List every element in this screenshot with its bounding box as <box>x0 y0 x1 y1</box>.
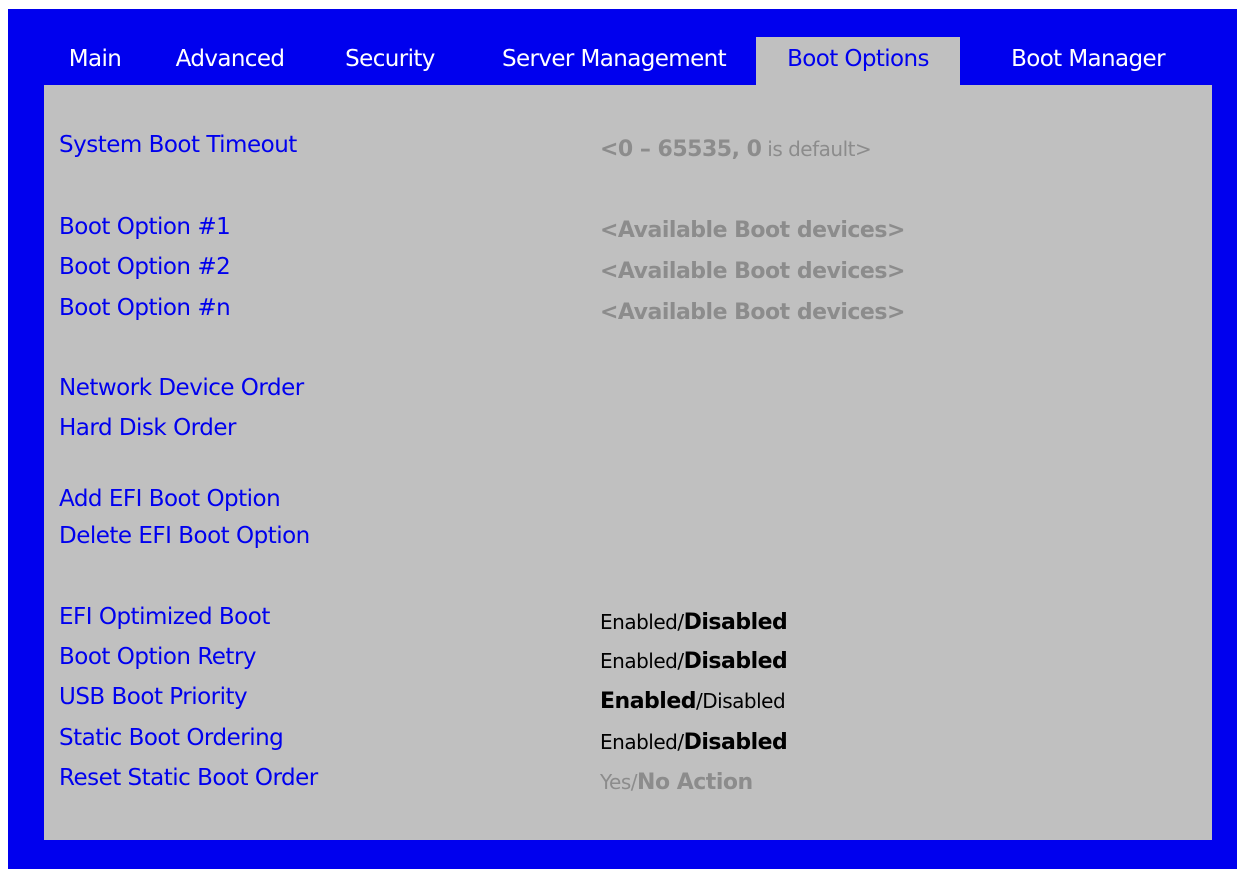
timeout-default-suffix: is default> <box>761 137 872 161</box>
bios-setup-frame: Main Advanced Security Server Management… <box>8 9 1237 869</box>
tab-security[interactable]: Security <box>330 37 450 87</box>
option-enabled: Enabled <box>600 730 678 754</box>
option-enabled: Enabled <box>600 610 678 634</box>
option-disabled-default: Disabled <box>683 610 788 635</box>
efi-optimized-boot-value[interactable]: Enabled/Disabled <box>600 610 788 635</box>
efi-optimized-boot-label[interactable]: EFI Optimized Boot <box>59 604 270 630</box>
static-boot-ordering-label[interactable]: Static Boot Ordering <box>59 725 284 751</box>
static-boot-ordering-value[interactable]: Enabled/Disabled <box>600 730 788 755</box>
reset-static-boot-order-value[interactable]: Yes/No Action <box>600 770 753 795</box>
boot-option-2-label[interactable]: Boot Option #2 <box>59 254 231 280</box>
add-efi-boot-option-link[interactable]: Add EFI Boot Option <box>59 486 281 512</box>
option-disabled-default: Disabled <box>683 730 788 755</box>
system-boot-timeout-label[interactable]: System Boot Timeout <box>59 132 297 158</box>
usb-boot-priority-value[interactable]: Enabled/Disabled <box>600 689 786 714</box>
tab-bar: Main Advanced Security Server Management… <box>8 9 1237 87</box>
option-no-action-default: No Action <box>637 770 753 795</box>
tab-server-management[interactable]: Server Management <box>484 37 744 87</box>
boot-option-n-label[interactable]: Boot Option #n <box>59 295 231 321</box>
timeout-range: <0 – 65535, 0 <box>600 137 762 162</box>
tab-advanced[interactable]: Advanced <box>160 37 300 87</box>
option-yes: Yes <box>600 770 631 794</box>
boot-option-retry-value[interactable]: Enabled/Disabled <box>600 649 788 674</box>
boot-options-panel: System Boot Timeout <0 – 65535, 0 is def… <box>44 85 1212 840</box>
boot-option-retry-label[interactable]: Boot Option Retry <box>59 644 257 670</box>
boot-option-2-value[interactable]: <Available Boot devices> <box>600 259 905 284</box>
option-enabled-default: Enabled <box>600 689 697 714</box>
delete-efi-boot-option-link[interactable]: Delete EFI Boot Option <box>59 523 310 549</box>
boot-option-n-value[interactable]: <Available Boot devices> <box>600 300 905 325</box>
tab-boot-options[interactable]: Boot Options <box>756 37 960 87</box>
hard-disk-order-link[interactable]: Hard Disk Order <box>59 415 236 441</box>
usb-boot-priority-label[interactable]: USB Boot Priority <box>59 684 248 710</box>
option-enabled: Enabled <box>600 649 678 673</box>
boot-option-1-value[interactable]: <Available Boot devices> <box>600 218 905 243</box>
network-device-order-link[interactable]: Network Device Order <box>59 375 304 401</box>
boot-option-1-label[interactable]: Boot Option #1 <box>59 214 231 240</box>
system-boot-timeout-value[interactable]: <0 – 65535, 0 is default> <box>600 137 872 162</box>
tab-boot-manager[interactable]: Boot Manager <box>988 37 1188 87</box>
tab-main[interactable]: Main <box>60 37 130 87</box>
option-disabled: Disabled <box>702 689 786 713</box>
reset-static-boot-order-label[interactable]: Reset Static Boot Order <box>59 765 318 791</box>
option-disabled-default: Disabled <box>683 649 788 674</box>
